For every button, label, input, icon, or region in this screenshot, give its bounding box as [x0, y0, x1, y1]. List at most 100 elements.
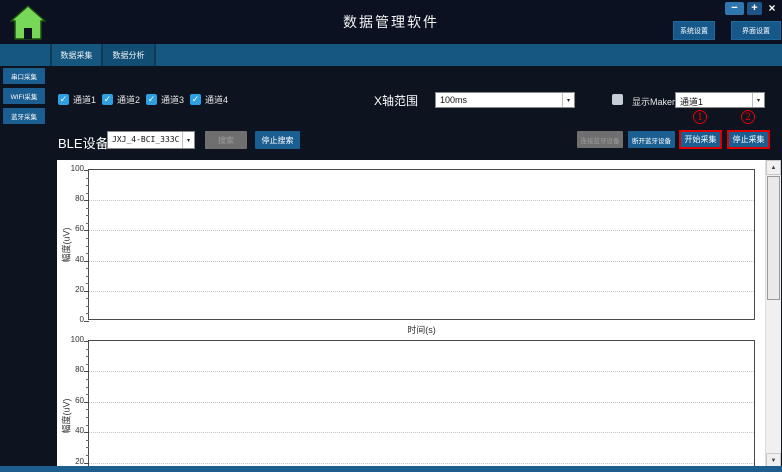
- plot-area: [88, 340, 755, 468]
- gridline: [89, 230, 754, 231]
- annotation-circle-2: 2: [741, 110, 755, 124]
- ui-settings-button[interactable]: 界面设置: [731, 21, 781, 40]
- title-bar: 数据管理软件 − + × 系统设置 界面设置: [0, 0, 782, 44]
- y-minor-tick-mark: [86, 394, 89, 395]
- gridline: [89, 371, 754, 372]
- y-tick-label: 0: [57, 315, 84, 325]
- y-tick-label: 80: [57, 365, 84, 375]
- y-minor-tick-mark: [86, 193, 89, 194]
- y-tick-mark: [84, 432, 89, 433]
- y-tick-mark: [84, 291, 89, 292]
- annotation-circle-1: 1: [693, 110, 707, 124]
- y-minor-tick-mark: [86, 409, 89, 410]
- chart-scrollbar[interactable]: ▲ ▼: [765, 160, 781, 468]
- minimize-button[interactable]: −: [725, 2, 744, 15]
- y-tick-label: 40: [57, 426, 84, 436]
- connect-bluetooth-button: 连接蓝牙设备: [577, 131, 623, 148]
- search-button: 搜索: [205, 131, 247, 149]
- y-minor-tick-mark: [86, 223, 89, 224]
- channel-label: 通道3: [161, 93, 184, 106]
- checkbox-icon[interactable]: ✓: [146, 94, 157, 105]
- x-range-value: 100ms: [436, 93, 562, 107]
- app-window: 数据管理软件 − + × 系统设置 界面设置 数据采集数据分析 串口采集 WIFI…: [0, 0, 782, 472]
- y-tick-label: 100: [57, 335, 84, 345]
- channel-toggle-4[interactable]: ✓ 通道4: [190, 93, 228, 106]
- y-minor-tick-mark: [86, 238, 89, 239]
- y-minor-tick-mark: [86, 215, 89, 216]
- plot-area: [88, 169, 755, 320]
- y-tick-mark: [84, 200, 89, 201]
- sidebar: 串口采集 WIFI采集蓝牙采集: [3, 68, 45, 124]
- ble-device-label: BLE设备: [58, 133, 109, 152]
- y-minor-tick-mark: [86, 440, 89, 441]
- x-range-label: X轴范围: [374, 92, 418, 109]
- y-minor-tick-mark: [86, 313, 89, 314]
- sidebar-item-1[interactable]: WIFI采集: [3, 88, 45, 104]
- close-button[interactable]: ×: [765, 2, 779, 15]
- y-minor-tick-mark: [86, 349, 89, 350]
- tab-1[interactable]: 数据分析: [103, 44, 156, 66]
- channel-toggle-1[interactable]: ✓ 通道1: [58, 93, 96, 106]
- tab-0[interactable]: 数据采集: [50, 44, 103, 66]
- y-minor-tick-mark: [86, 178, 89, 179]
- chevron-down-icon[interactable]: ▾: [562, 93, 574, 107]
- chevron-down-icon[interactable]: ▾: [752, 93, 764, 107]
- y-minor-tick-mark: [86, 455, 89, 456]
- marker-channel-select[interactable]: 通道1 ▾: [675, 92, 765, 108]
- checkbox-icon[interactable]: ✓: [58, 94, 69, 105]
- y-minor-tick-mark: [86, 268, 89, 269]
- page-title: 数据管理软件: [0, 12, 782, 32]
- tab-bar: 数据采集数据分析: [0, 44, 782, 66]
- stop-collect-button[interactable]: 停止采集: [727, 130, 770, 149]
- y-tick-mark: [84, 261, 89, 262]
- y-minor-tick-mark: [86, 417, 89, 418]
- gridline: [89, 432, 754, 433]
- y-tick-mark: [84, 321, 89, 322]
- y-tick-label: 60: [57, 224, 84, 234]
- maximize-button[interactable]: +: [747, 2, 762, 15]
- y-tick-mark: [84, 170, 89, 171]
- checkbox-icon[interactable]: ✓: [102, 94, 113, 105]
- show-marker-checkbox[interactable]: [612, 94, 623, 105]
- channel-label: 通道1: [73, 93, 96, 106]
- ble-device-value: JXJ_4-BCI_333C: [108, 132, 182, 148]
- y-tick-label: 100: [57, 164, 84, 174]
- y-tick-mark: [84, 371, 89, 372]
- y-minor-tick-mark: [86, 425, 89, 426]
- channel-label: 通道4: [205, 93, 228, 106]
- chart-panel: 幅度(uV)020406080100时间(s) 幅度(uV)0204060801…: [57, 160, 781, 468]
- gridline: [89, 261, 754, 262]
- y-minor-tick-mark: [86, 298, 89, 299]
- marker-channel-value: 通道1: [676, 93, 752, 107]
- y-tick-mark: [84, 402, 89, 403]
- system-settings-button[interactable]: 系统设置: [673, 21, 715, 40]
- start-collect-button[interactable]: 开始采集: [679, 130, 722, 149]
- scrollbar-thumb[interactable]: [767, 176, 780, 300]
- sidebar-item-2[interactable]: 蓝牙采集: [3, 108, 45, 124]
- gridline: [89, 463, 754, 464]
- gridline: [89, 402, 754, 403]
- y-tick-label: 40: [57, 255, 84, 265]
- gridline: [89, 200, 754, 201]
- y-tick-mark: [84, 230, 89, 231]
- y-tick-label: 20: [57, 285, 84, 295]
- disconnect-bluetooth-button[interactable]: 断开蓝牙设备: [628, 131, 675, 148]
- y-minor-tick-mark: [86, 364, 89, 365]
- y-minor-tick-mark: [86, 185, 89, 186]
- x-range-select[interactable]: 100ms ▾: [435, 92, 575, 108]
- sidebar-item-0[interactable]: 串口采集: [3, 68, 45, 84]
- ble-device-select[interactable]: JXJ_4-BCI_333C ▾: [107, 131, 195, 149]
- y-tick-mark: [84, 341, 89, 342]
- checkbox-icon[interactable]: ✓: [190, 94, 201, 105]
- stop-search-button[interactable]: 停止搜索: [255, 131, 300, 149]
- y-minor-tick-mark: [86, 379, 89, 380]
- y-tick-label: 80: [57, 194, 84, 204]
- channel-label: 通道2: [117, 93, 140, 106]
- channel-toggle-3[interactable]: ✓ 通道3: [146, 93, 184, 106]
- scrollbar-up-icon[interactable]: ▲: [766, 160, 781, 175]
- y-minor-tick-mark: [86, 246, 89, 247]
- window-bottom-border: [0, 466, 782, 472]
- channel-toggle-2[interactable]: ✓ 通道2: [102, 93, 140, 106]
- chevron-down-icon[interactable]: ▾: [182, 132, 194, 148]
- y-minor-tick-mark: [86, 447, 89, 448]
